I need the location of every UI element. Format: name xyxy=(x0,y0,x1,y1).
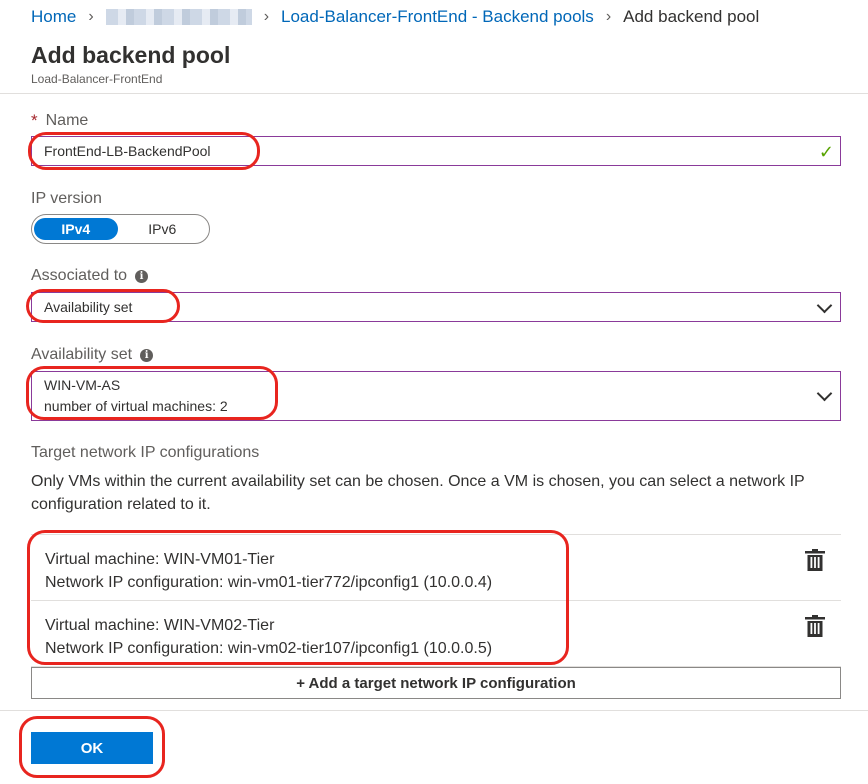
config-ip: Network IP configuration: win-vm01-tier7… xyxy=(45,574,493,591)
associated-to-value: Availability set xyxy=(44,299,133,315)
config-vm: Virtual machine: WIN-VM02-Tier xyxy=(45,617,275,634)
page-title: Add backend pool xyxy=(31,42,231,68)
availability-set-name: WIN-VM-AS xyxy=(44,377,121,393)
associated-to-label-text: Associated to xyxy=(31,267,128,284)
name-input-value: FrontEnd-LB-BackendPool xyxy=(44,143,211,159)
trash-icon[interactable] xyxy=(805,549,825,571)
breadcrumb: Home › › Load-Balancer-FrontEnd - Backen… xyxy=(0,0,868,34)
check-icon: ✓ xyxy=(818,142,834,162)
chevron-down-icon xyxy=(816,385,833,402)
target-config-list: Virtual machine: WIN-VM01-Tier Network I… xyxy=(31,534,841,667)
name-input[interactable]: FrontEnd-LB-BackendPool ✓ xyxy=(31,136,841,166)
chevron-right-icon: › xyxy=(605,8,612,25)
info-icon[interactable]: i xyxy=(135,269,149,283)
target-configs-heading: Target network IP configurations xyxy=(31,444,260,461)
header-divider xyxy=(0,93,868,94)
availability-set-select[interactable]: WIN-VM-AS number of virtual machines: 2 xyxy=(31,371,841,421)
ok-button[interactable]: OK xyxy=(31,732,153,764)
name-label-text: Name xyxy=(45,112,89,129)
target-configs-description: Only VMs within the current availability… xyxy=(31,473,805,513)
trash-icon[interactable] xyxy=(805,615,825,637)
chevron-right-icon: › xyxy=(263,8,270,25)
associated-to-select[interactable]: Availability set xyxy=(31,292,841,322)
breadcrumb-redacted-link[interactable] xyxy=(105,9,252,25)
chevron-right-icon: › xyxy=(88,8,94,25)
availability-set-label: Availability set i xyxy=(31,346,154,364)
ip-version-option-ipv6[interactable]: IPv6 xyxy=(118,218,207,240)
ip-version-option-ipv4[interactable]: IPv4 xyxy=(34,218,118,240)
list-item: Virtual machine: WIN-VM02-Tier Network I… xyxy=(31,601,841,667)
associated-to-label: Associated to i xyxy=(31,267,149,285)
ip-version-toggle: IPv4 IPv6 xyxy=(31,214,210,244)
page-subtitle: Load-Balancer-FrontEnd xyxy=(31,72,163,86)
chevron-down-icon xyxy=(816,297,833,314)
availability-set-label-text: Availability set xyxy=(31,346,133,363)
info-icon[interactable]: i xyxy=(140,348,154,362)
footer-divider xyxy=(0,710,868,711)
ip-version-label: IP version xyxy=(31,190,102,208)
breadcrumb-backend-pools-link[interactable]: Load-Balancer-FrontEnd - Backend pools xyxy=(281,7,594,27)
list-item: Virtual machine: WIN-VM01-Tier Network I… xyxy=(31,535,841,601)
ip-version-label-text: IP version xyxy=(31,190,102,207)
config-vm: Virtual machine: WIN-VM01-Tier xyxy=(45,551,275,568)
availability-set-detail: number of virtual machines: 2 xyxy=(44,398,228,414)
required-marker: * xyxy=(31,111,38,130)
name-label: * Name xyxy=(31,111,88,131)
config-ip: Network IP configuration: win-vm02-tier1… xyxy=(45,640,493,657)
add-target-config-button[interactable]: + Add a target network IP configuration xyxy=(31,667,841,699)
breadcrumb-current: Add backend pool xyxy=(623,7,760,26)
breadcrumb-home-link[interactable]: Home xyxy=(31,7,76,27)
